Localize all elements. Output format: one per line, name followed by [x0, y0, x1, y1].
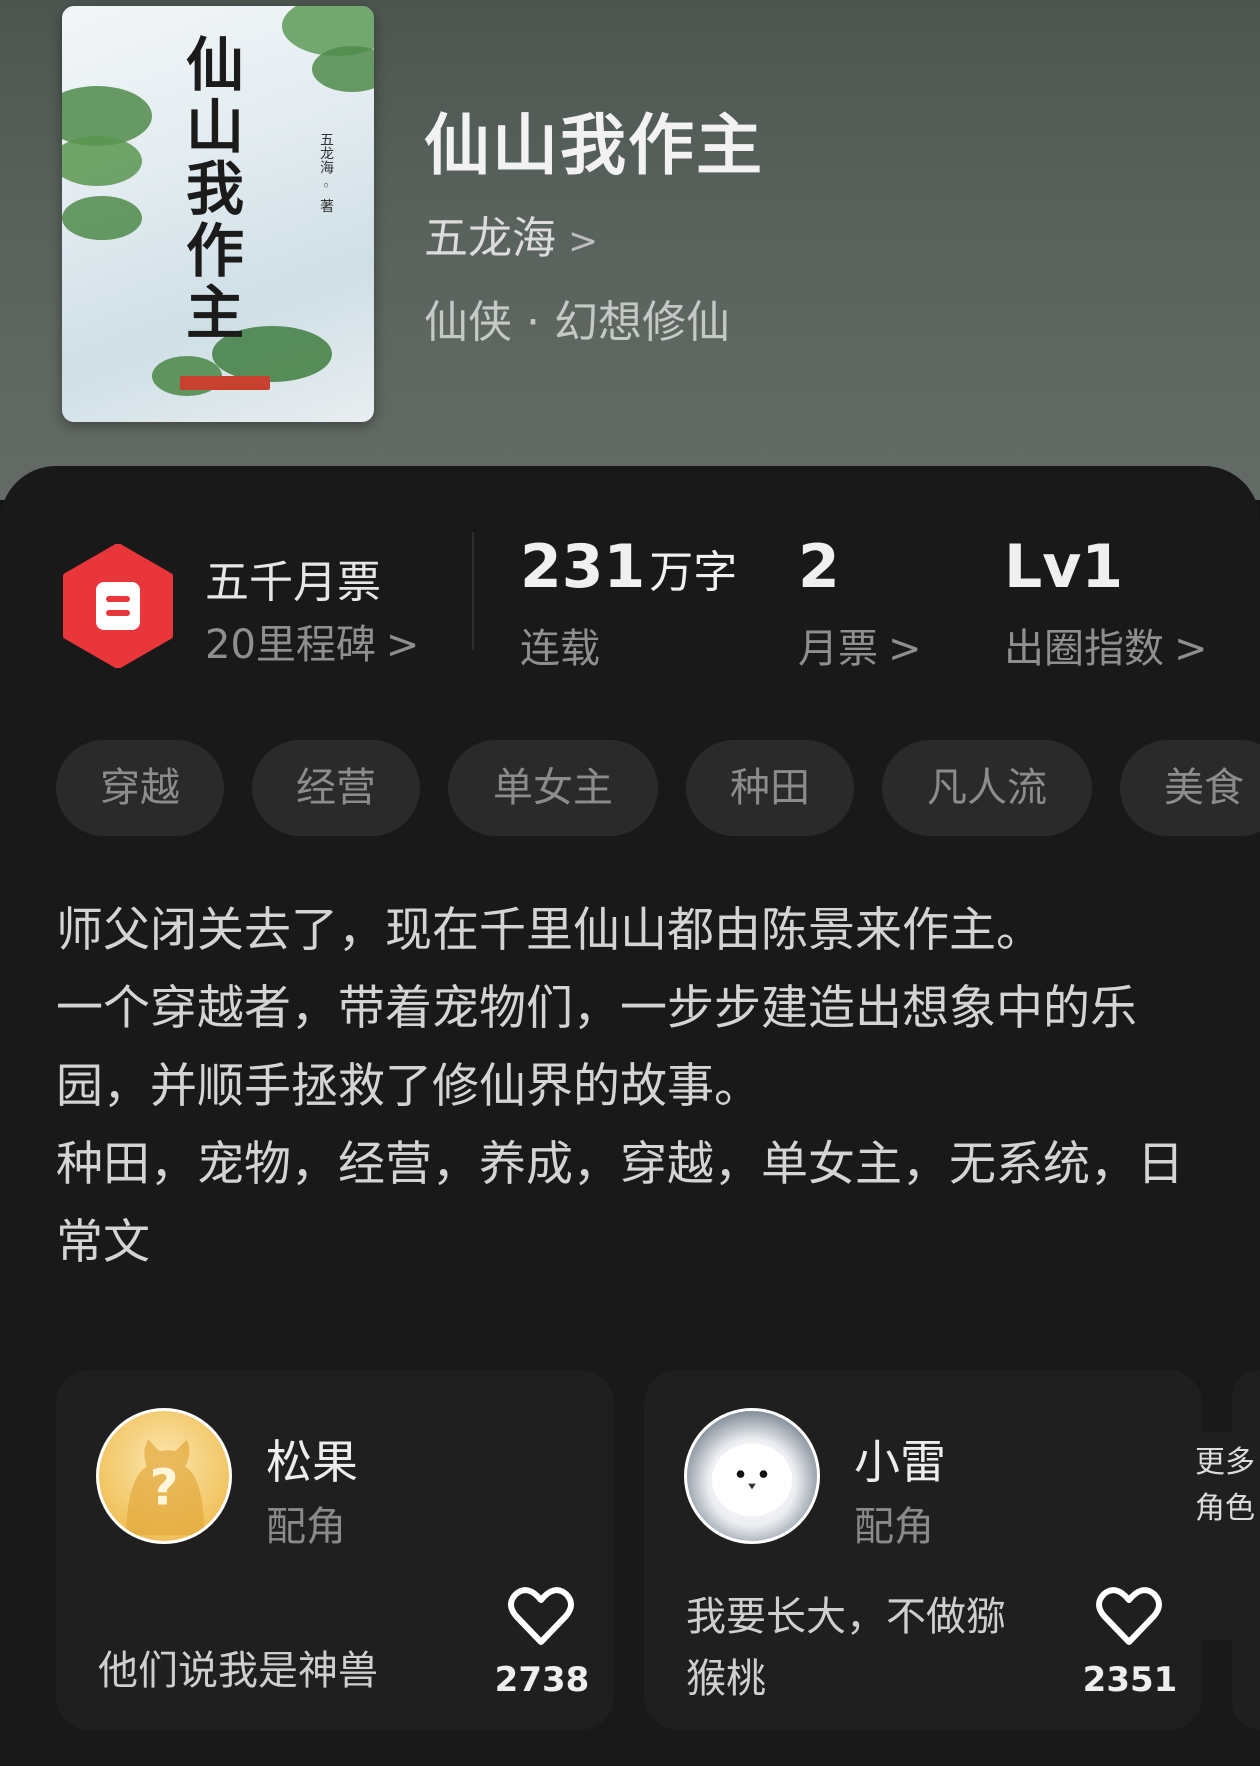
avatar: ?	[96, 1408, 232, 1544]
popularity-index-link[interactable]: 出圈指数 >	[1004, 616, 1208, 674]
like-count: 2738	[494, 1660, 590, 1700]
svg-text:?: ?	[150, 1459, 179, 1517]
character-card[interactable]: ? 松果 配角 他们说我是神兽 2738	[56, 1370, 614, 1730]
heart-icon[interactable]	[508, 1586, 574, 1646]
stat-status-label: 连载	[520, 626, 600, 672]
tag-chip[interactable]: 种田	[686, 740, 854, 836]
cover-title: 仙山我作主	[176, 34, 244, 344]
cover-author: 五龙海 ◦ 著	[318, 132, 334, 213]
monthly-tickets-link[interactable]: 月票 >	[798, 616, 922, 674]
author-name: 五龙海	[424, 213, 556, 264]
character-name: 松果	[266, 1435, 358, 1489]
character-name: 小雷	[854, 1435, 946, 1489]
book-description: 师父闭关去了，现在千里仙山都由陈景来作主。 一个穿越者，带着宠物们，一步步建造出…	[56, 903, 1184, 1270]
author-link[interactable]: 五龙海 >	[424, 202, 598, 266]
stat-word-count: 231万字	[520, 532, 738, 602]
tag-chip[interactable]: 美食	[1120, 740, 1260, 836]
stat-monthly-tickets: 2	[798, 532, 840, 602]
chevron-right-icon: >	[568, 221, 599, 262]
milestone-link[interactable]: 20里程碑 >	[205, 612, 419, 670]
tag-chip[interactable]: 单女主	[448, 740, 658, 836]
tag-chip[interactable]: 凡人流	[882, 740, 1092, 836]
more-roles-button[interactable]: 更多角色	[1190, 1432, 1260, 1640]
book-cover[interactable]: 仙山我作主 五龙海 ◦ 著	[62, 6, 374, 422]
book-title: 仙山我作主	[424, 106, 764, 184]
genre-label: 仙侠 · 幻想修仙	[424, 297, 730, 348]
like-count: 2351	[1082, 1660, 1178, 1700]
publisher-logo	[180, 376, 270, 390]
heart-icon[interactable]	[1096, 1586, 1162, 1646]
tag-chip[interactable]: 穿越	[56, 740, 224, 836]
divider	[472, 532, 474, 650]
milestone-count: 20里程碑	[205, 622, 376, 668]
chevron-right-icon: >	[888, 626, 922, 672]
character-role: 配角	[266, 1504, 346, 1550]
tag-chip[interactable]: 经营	[252, 740, 420, 836]
character-quote: 他们说我是神兽	[98, 1648, 378, 1694]
stat-popularity-level: Lv1	[1004, 532, 1124, 602]
avatar	[684, 1408, 820, 1544]
chevron-right-icon: >	[385, 622, 420, 668]
mystery-character-icon: ?	[125, 1439, 205, 1536]
milestone-title: 五千月票	[205, 557, 381, 608]
bird-avatar-icon	[711, 1443, 793, 1517]
monthly-ticket-badge-icon[interactable]	[62, 544, 174, 668]
chevron-right-icon: >	[1174, 626, 1208, 672]
character-card[interactable]: 小雷 配角 我要长大，不做猕猴桃 2351	[644, 1370, 1202, 1730]
character-role: 配角	[854, 1504, 934, 1550]
character-quote: 我要长大，不做猕猴桃	[686, 1594, 1006, 1702]
